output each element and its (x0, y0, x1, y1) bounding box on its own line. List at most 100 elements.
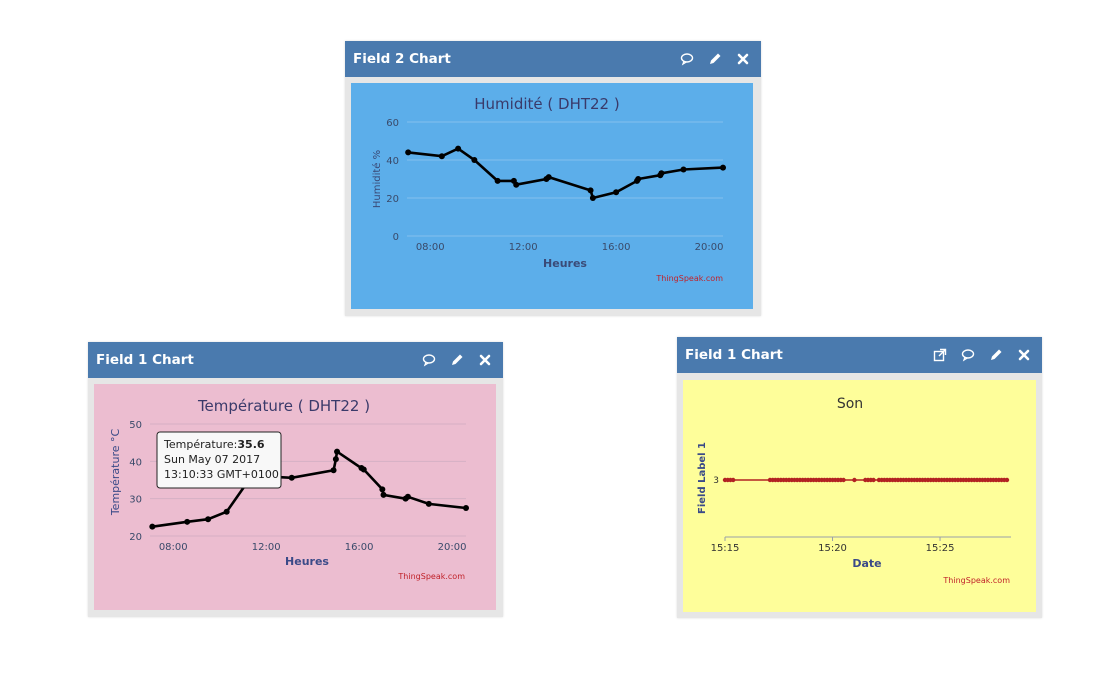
y-axis-ticks: 0 20 40 60 (386, 118, 399, 243)
data-point[interactable] (589, 195, 596, 201)
data-point[interactable] (380, 491, 387, 498)
data-point[interactable] (404, 493, 411, 500)
widget-title: Field 1 Chart (685, 347, 783, 363)
y-axis-label: Field Label 1 (697, 442, 708, 514)
data-point[interactable] (471, 157, 478, 163)
widget-header: Field 1 Chart (677, 337, 1042, 373)
y-axis-label: Humidité % (371, 150, 383, 208)
y-tick-label: 40 (386, 156, 399, 167)
y-tick-label: 60 (386, 118, 399, 129)
x-tick-label: 08:00 (159, 542, 188, 553)
credit-label: ThingSpeak.com (655, 274, 723, 283)
y-gridlines (407, 121, 723, 237)
data-point[interactable] (438, 153, 445, 160)
data-point[interactable] (613, 189, 620, 196)
humidity-chart-svg: Humidité ( DHT22 ) 0 20 40 60 08:00 12:00 16:… (371, 95, 726, 283)
data-point[interactable] (852, 477, 857, 483)
data-point[interactable] (332, 456, 339, 463)
y-axis-ticks: 20 30 40 50 (129, 420, 142, 543)
humidity-chart-widget: Field 2 Chart Humidité ( DHT22 ) 0 20 40 60… (345, 41, 761, 316)
y-tick-label: 20 (129, 532, 142, 543)
data-point[interactable] (405, 149, 412, 156)
data-point[interactable] (545, 174, 552, 181)
comment-icon[interactable] (421, 352, 437, 368)
data-point[interactable] (720, 164, 726, 171)
sound-chart-svg: Son 3 15:1015:1515:2015:25 Field Label 1… (697, 396, 1011, 585)
data-point[interactable] (184, 518, 191, 525)
data-point[interactable] (425, 500, 432, 507)
close-icon[interactable] (735, 51, 751, 67)
temperature-chart-svg: Température ( DHT22 ) 20 30 40 50 08:00 12:0… (109, 397, 469, 581)
data-point[interactable] (680, 166, 687, 173)
widget-toolbar (679, 41, 751, 77)
data-point[interactable] (513, 181, 520, 188)
x-tick-label: 08:00 (416, 242, 445, 253)
data-point[interactable] (455, 145, 462, 152)
tooltip-date: Sun May 07 2017 (164, 453, 260, 466)
x-axis-ticks: 08:00 12:00 16:00 20:00 (416, 242, 724, 253)
comment-icon[interactable] (960, 347, 976, 363)
y-tick-label: 0 (393, 232, 399, 243)
x-tick-label: 20:00 (695, 242, 724, 253)
x-tick-label: 15:15 (711, 543, 740, 554)
data-point[interactable] (334, 448, 341, 455)
data-point[interactable] (871, 477, 876, 483)
close-icon[interactable] (1016, 347, 1032, 363)
y-tick-label: 40 (129, 457, 142, 468)
x-tick-label: 16:00 (602, 242, 631, 253)
data-point[interactable] (494, 177, 501, 184)
y-tick-label: 3 (713, 476, 719, 486)
y-tick-label: 50 (129, 420, 142, 431)
credit-label: ThingSpeak.com (397, 572, 465, 581)
tooltip: Température:35.6 Sun May 07 2017 13:10:3… (156, 431, 282, 489)
data-point[interactable] (223, 508, 230, 515)
y-tick-label: 30 (129, 495, 142, 506)
external-link-icon[interactable] (932, 347, 948, 363)
y-axis-ticks: 3 (713, 476, 719, 486)
x-axis-label: Date (852, 557, 881, 570)
svg-text:Température:35.6: Température:35.6 (163, 438, 265, 451)
data-point[interactable] (205, 516, 212, 523)
data-point[interactable] (730, 477, 736, 483)
data-point[interactable] (330, 467, 337, 474)
temperature-chart-widget: Field 1 Chart Température ( DHT22 ) 20 30… (88, 342, 503, 617)
chart-title: Son (837, 396, 863, 412)
data-series-line (408, 147, 724, 200)
pencil-icon[interactable] (988, 347, 1004, 363)
pencil-icon[interactable] (449, 352, 465, 368)
data-point[interactable] (360, 466, 367, 473)
data-point[interactable] (841, 477, 846, 483)
data-point[interactable] (463, 505, 469, 511)
data-point[interactable] (587, 187, 594, 194)
y-axis-label: Température °C (109, 429, 122, 517)
x-axis-label: Heures (285, 555, 329, 568)
widget-header: Field 1 Chart (88, 342, 503, 378)
tooltip-time: 13:10:33 GMT+0100 (164, 468, 279, 481)
chart-title: Température ( DHT22 ) (197, 397, 370, 415)
y-tick-label: 20 (386, 194, 399, 205)
close-icon[interactable] (477, 352, 493, 368)
data-point[interactable] (658, 170, 665, 177)
sound-chart-widget: Field 1 Chart Son 3 15:1015:1515:2015:25… (677, 337, 1042, 618)
data-point[interactable] (379, 486, 386, 493)
data-point[interactable] (635, 176, 642, 182)
x-tick-label: 12:00 (509, 242, 538, 253)
widget-title: Field 2 Chart (353, 51, 451, 67)
data-point[interactable] (1004, 477, 1010, 483)
widget-header: Field 2 Chart (345, 41, 761, 77)
data-point[interactable] (288, 474, 295, 481)
x-tick-label: 12:00 (252, 542, 281, 553)
x-axis-ticks: 08:00 12:00 16:00 20:00 (159, 542, 467, 553)
widget-title: Field 1 Chart (96, 352, 194, 368)
x-tick-label: 15:25 (926, 543, 955, 554)
data-point[interactable] (149, 523, 156, 530)
x-tick-label: 16:00 (345, 542, 374, 553)
comment-icon[interactable] (679, 51, 695, 67)
x-tick-label: 15:20 (818, 543, 847, 554)
x-axis-ticks: 15:1015:1515:2015:25 (711, 537, 955, 554)
widget-toolbar (932, 337, 1032, 373)
tooltip-series: Température: (163, 438, 237, 451)
x-tick-label: 20:00 (438, 542, 467, 553)
pencil-icon[interactable] (707, 51, 723, 67)
chart-plot-area: Température ( DHT22 ) 20 30 40 50 08:00 12:0… (94, 384, 496, 610)
